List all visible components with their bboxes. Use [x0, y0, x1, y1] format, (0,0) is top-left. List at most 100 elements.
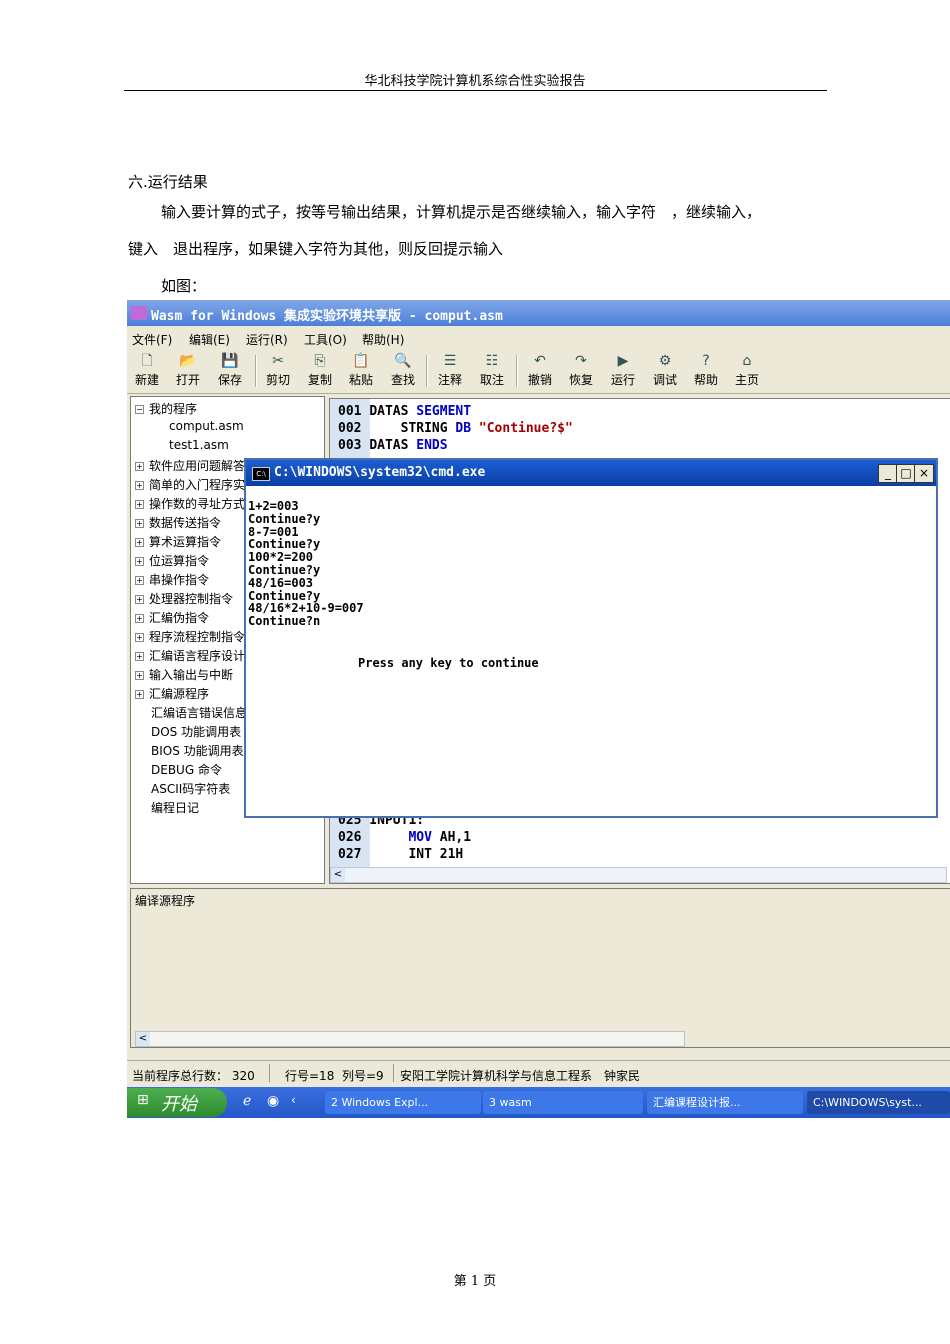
tree-item[interactable]: DOS 功能调用表 [151, 723, 241, 740]
run-icon: ▶ [617, 353, 629, 369]
tree-item[interactable]: comput.asm [169, 419, 244, 433]
console-press-key: Press any key to continue [358, 656, 539, 670]
find-button[interactable]: 🔍 查找 [384, 351, 422, 391]
code-line: 027 INT 21H [338, 847, 464, 862]
status-total-lines: 当前程序总行数： 320 [132, 1069, 255, 1083]
section-title: 六.运行结果 [128, 173, 208, 191]
redo-button[interactable]: ↷ 恢复 [562, 351, 600, 391]
tree-item[interactable]: 汇编语言错误信息 [151, 704, 247, 721]
header-rule [124, 90, 827, 91]
tree-item[interactable]: + 汇编源程序 [135, 685, 209, 702]
taskbar-item-cmd[interactable]: C:\WINDOWS\syst... [807, 1091, 950, 1114]
new-button[interactable]: 🗋 新建 [128, 351, 166, 391]
console-output: 1+2=003 Continue?y 8-7=001 Continue?y 10… [248, 499, 364, 629]
tree-item[interactable]: + 算术运算指令 [135, 533, 221, 550]
tree-item[interactable]: + 汇编伪指令 [135, 609, 209, 626]
close-button[interactable]: × [914, 464, 934, 483]
tree-item[interactable]: + 数据传送指令 [135, 514, 221, 531]
menu-help[interactable]: 帮助(H) [362, 331, 404, 348]
cmd-title: C:\WINDOWS\system32\cmd.exe [274, 465, 486, 480]
expand-icon: + [135, 481, 144, 490]
tree-item[interactable]: 编程日记 [151, 799, 199, 816]
expand-icon: + [135, 576, 144, 585]
tree-item[interactable]: BIOS 功能调用表 [151, 742, 244, 759]
status-column: 列号=9 [342, 1069, 384, 1083]
copy-button[interactable]: ⎘ 复制 [301, 351, 339, 391]
toolbar-separator [516, 355, 518, 387]
toolbar: 🗋 新建 📂 打开 💾 保存 ✂ 剪切 ⎘ 复制 📋 粘贴 🔍 查找 ☰ 注释 ☷ 取注 ↶ 撤销 … [127, 349, 950, 394]
taskbar-item-document[interactable]: 汇编课程设计报... [647, 1091, 803, 1114]
page-header: 华北科技学院计算机系综合性实验报告 [364, 74, 586, 89]
new-file-icon: 🗋 [141, 353, 153, 369]
help-button[interactable]: ? 帮助 [687, 351, 725, 391]
help-icon: ? [702, 353, 710, 369]
menu-edit[interactable]: 编辑(E) [189, 331, 230, 348]
comment-button[interactable]: ☰ 注释 [431, 351, 469, 391]
paragraph-line-2: 键入 退出程序，如果键入字符为其他，则反回提示输入 [128, 240, 504, 258]
taskbar-item-wasm[interactable]: 3 wasm [483, 1091, 643, 1114]
save-button[interactable]: 💾 保存 [211, 351, 249, 391]
tree-item[interactable]: + 操作数的寻址方式 [135, 495, 245, 512]
tree-item[interactable]: − 我的程序 [135, 400, 197, 417]
expand-icon: + [135, 671, 144, 680]
tree-item[interactable]: test1.asm [169, 438, 229, 452]
home-icon: ⌂ [742, 353, 752, 369]
figure-caption: 如图： [161, 277, 207, 295]
minimize-button[interactable]: _ [878, 464, 898, 483]
expand-icon: + [135, 614, 144, 623]
console-icon: C:\ [252, 467, 270, 481]
tree-item[interactable]: + 简单的入门程序实例 [135, 476, 257, 493]
expand-icon: + [135, 500, 144, 509]
comment-icon: ☰ [443, 353, 457, 369]
tree-item[interactable]: + 串操作指令 [135, 571, 209, 588]
start-button[interactable]: ⊞ 开始 [127, 1088, 227, 1117]
expand-icon: + [135, 462, 144, 471]
windows-taskbar: ⊞ 开始 ℯ ◉ ‹ 2 Windows Expl... 3 wasm 汇编课程… [127, 1087, 950, 1118]
paste-button[interactable]: 📋 粘贴 [342, 351, 380, 391]
tree-item[interactable]: + 位运算指令 [135, 552, 209, 569]
menu-file[interactable]: 文件(F) [132, 331, 172, 348]
ie-icon[interactable]: ℯ [243, 1093, 251, 1109]
tree-item[interactable]: + 汇编语言程序设计 [135, 647, 245, 664]
windows-logo-icon: ⊞ [137, 1092, 149, 1108]
scroll-left-icon[interactable]: < [331, 868, 345, 882]
undo-button[interactable]: ↶ 撤销 [521, 351, 559, 391]
cut-icon: ✂ [272, 353, 284, 369]
output-horizontal-scrollbar[interactable]: < [135, 1031, 685, 1047]
copy-icon: ⎘ [314, 353, 326, 369]
output-label: 编译源程序 [135, 894, 196, 908]
tree-item[interactable]: + 程序流程控制指令 [135, 628, 245, 645]
menu-tools[interactable]: 工具(O) [304, 331, 347, 348]
home-button[interactable]: ⌂ 主页 [728, 351, 766, 391]
browser-icon[interactable]: ◉ [267, 1093, 279, 1109]
cut-button[interactable]: ✂ 剪切 [259, 351, 297, 391]
tree-item[interactable]: + 软件应用问题解答 [135, 457, 245, 474]
quicklaunch-icon[interactable]: ‹ [291, 1093, 296, 1107]
tree-item[interactable]: + 输入输出与中断 [135, 666, 233, 683]
open-button[interactable]: 📂 打开 [169, 351, 207, 391]
collapse-icon: − [135, 405, 144, 414]
debug-icon: ⚙ [658, 353, 672, 369]
code-line: 026 MOV AH,1 [338, 830, 472, 845]
page-footer: 第 1 页 [453, 1274, 497, 1289]
tree-item[interactable]: ASCII码字符表 [151, 780, 230, 797]
wasm-screenshot: Wasm for Windows 集成实验环境共享版 - comput.asm … [127, 300, 950, 1118]
editor-horizontal-scrollbar[interactable]: < [330, 867, 947, 883]
status-bar: 当前程序总行数： 320 行号=18 列号=9 安阳工学院计算机科学与信息工程系… [127, 1060, 950, 1085]
code-line: 001 DATAS SEGMENT [338, 404, 472, 419]
paste-icon: 📋 [352, 353, 370, 369]
menu-run[interactable]: 运行(R) [246, 331, 288, 348]
uncomment-icon: ☷ [485, 353, 499, 369]
maximize-button[interactable]: □ [896, 464, 916, 483]
run-button[interactable]: ▶ 运行 [604, 351, 642, 391]
scroll-left-icon[interactable]: < [136, 1032, 150, 1046]
uncomment-button[interactable]: ☷ 取注 [473, 351, 511, 391]
debug-button[interactable]: ⚙ 调试 [646, 351, 684, 391]
cmd-titlebar: C:\ C:\WINDOWS\system32\cmd.exe _ □ × [246, 460, 936, 486]
expand-icon: + [135, 557, 144, 566]
tree-item[interactable]: + 处理器控制指令 [135, 590, 233, 607]
status-row: 行号=18 [285, 1069, 335, 1083]
tree-item[interactable]: DEBUG 命令 [151, 761, 222, 778]
taskbar-item-explorer[interactable]: 2 Windows Expl... [325, 1091, 481, 1114]
expand-icon: + [135, 595, 144, 604]
